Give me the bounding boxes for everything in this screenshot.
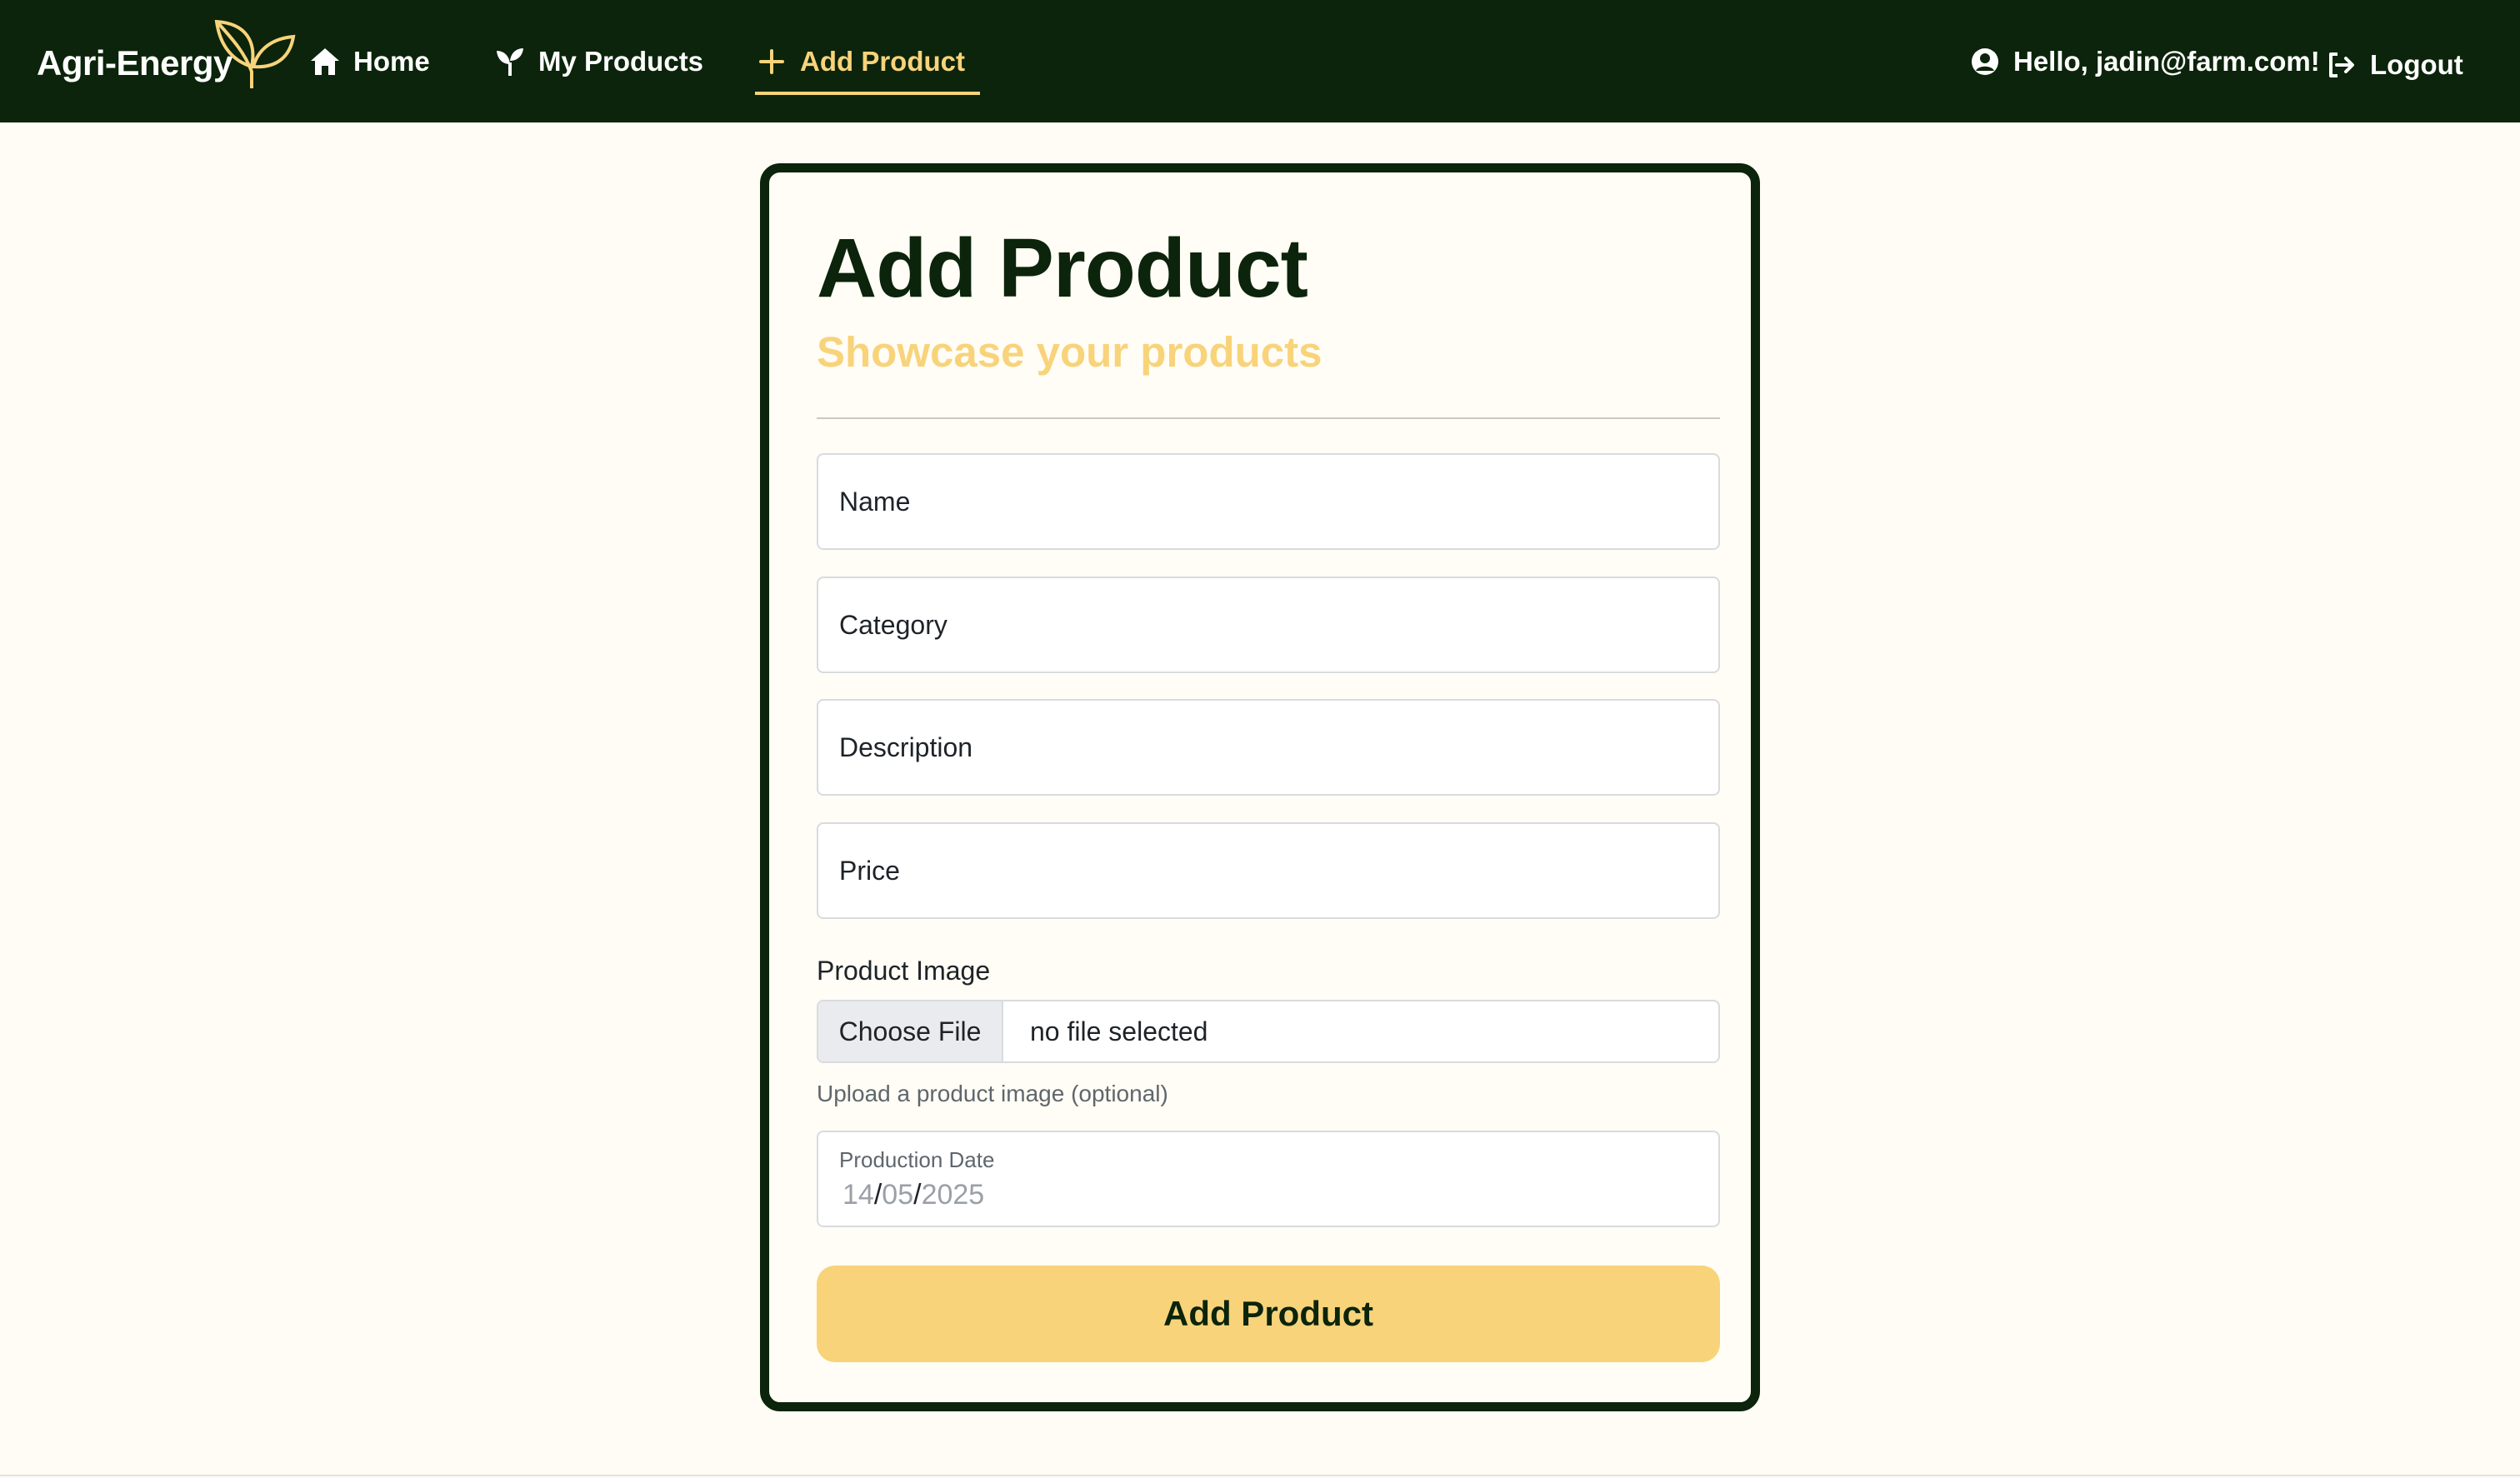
product-image-label: Product Image — [817, 956, 991, 986]
category-input[interactable]: Category — [817, 577, 1720, 673]
user-greeting: Hello, jadin@farm.com! — [1968, 0, 2320, 122]
top-navbar: Agri-Energy Home My Products Add Product… — [0, 0, 2520, 122]
date-year: 2025 — [921, 1179, 985, 1211]
nav-add-product-label: Add Product — [800, 45, 965, 77]
nav-my-products[interactable]: My Products — [493, 0, 703, 122]
sprout-icon — [493, 45, 527, 78]
add-product-card: Add Product Showcase your products Name … — [760, 163, 1760, 1411]
price-input[interactable]: Price — [817, 822, 1720, 919]
home-icon — [308, 45, 342, 78]
production-date-input[interactable]: Production Date 14/05/2025 — [817, 1131, 1720, 1227]
nav-home-label: Home — [353, 45, 430, 77]
file-status-text: no file selected — [1030, 1016, 1208, 1046]
product-image-help: Upload a product image (optional) — [817, 1081, 1168, 1106]
choose-file-button[interactable]: Choose File — [818, 1001, 1003, 1061]
active-tab-indicator — [755, 92, 980, 95]
add-product-button[interactable]: Add Product — [817, 1266, 1720, 1362]
divider — [817, 417, 1720, 419]
logout-label: Logout — [2370, 48, 2463, 80]
production-date-value: 14/05/2025 — [842, 1179, 985, 1211]
nav-add-product[interactable]: Add Product — [755, 0, 965, 122]
leaf-icon — [214, 19, 296, 88]
product-image-file-input[interactable]: Choose File no file selected — [817, 1000, 1720, 1063]
user-circle-icon — [1968, 45, 2002, 78]
logout-icon — [2325, 48, 2358, 82]
page-subtitle: Showcase your products — [817, 328, 1322, 376]
user-greeting-text: Hello, jadin@farm.com! — [2013, 45, 2320, 77]
date-month: 05 — [882, 1179, 914, 1211]
name-input[interactable]: Name — [817, 453, 1720, 550]
date-day: 14 — [842, 1179, 874, 1211]
nav-home[interactable]: Home — [308, 0, 430, 122]
brand-logo[interactable]: Agri-Energy — [37, 15, 296, 98]
logout-link[interactable]: Logout — [2325, 3, 2463, 126]
page-title: Add Product — [817, 222, 1308, 315]
page-bottom-border — [0, 1475, 2520, 1476]
nav-my-products-label: My Products — [538, 45, 704, 77]
description-input[interactable]: Description — [817, 699, 1720, 796]
plus-icon — [755, 45, 788, 78]
production-date-label: Production Date — [839, 1147, 995, 1172]
